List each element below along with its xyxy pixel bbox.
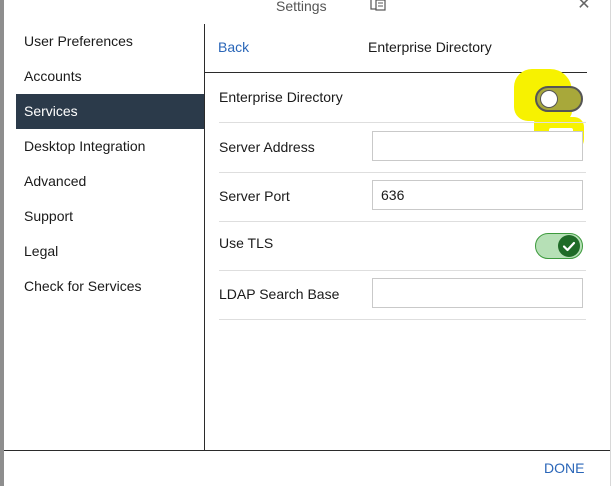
settings-window: Settings ✕ User Preferences Accounts Ser…: [0, 0, 611, 486]
ldap-search-base-input[interactable]: [372, 278, 583, 308]
panel-title: Enterprise Directory: [368, 39, 492, 55]
close-icon: ✕: [577, 0, 591, 13]
sidebar-item-label: Legal: [24, 243, 59, 259]
use-tls-toggle[interactable]: [535, 233, 583, 259]
panel-header: Back Enterprise Directory: [205, 24, 587, 72]
settings-book-icon: [370, 0, 386, 11]
close-button[interactable]: ✕: [574, 0, 594, 14]
row-use-tls: Use TLS: [219, 221, 586, 271]
footer-divider: [4, 450, 610, 451]
sidebar-item-label: Advanced: [24, 173, 87, 189]
checkmark-icon: [562, 241, 576, 252]
done-button[interactable]: DONE: [544, 460, 584, 476]
sidebar-item-user-preferences[interactable]: User Preferences: [16, 24, 204, 59]
enterprise-directory-toggle[interactable]: [535, 86, 583, 112]
sidebar-item-check-for-services[interactable]: Check for Services: [16, 269, 204, 304]
ldap-search-base-label: LDAP Search Base: [219, 286, 340, 302]
server-port-input[interactable]: [372, 180, 583, 210]
server-address-input[interactable]: [372, 131, 583, 161]
sidebar-item-legal[interactable]: Legal: [16, 234, 204, 269]
sidebar-item-label: User Preferences: [24, 33, 133, 49]
row-server-port: Server Port: [219, 172, 586, 222]
row-server-address: Server Address: [219, 123, 586, 173]
row-ldap-search-base: LDAP Search Base: [219, 270, 586, 320]
back-link[interactable]: Back: [218, 39, 249, 55]
sidebar-item-label: Desktop Integration: [24, 138, 146, 154]
sidebar-item-label: Services: [24, 103, 78, 119]
sidebar: User Preferences Accounts Services Deskt…: [4, 24, 204, 450]
use-tls-label: Use TLS: [219, 235, 274, 251]
toggle-knob: [558, 235, 580, 257]
window-title: Settings: [276, 0, 327, 14]
sidebar-item-label: Support: [24, 208, 74, 224]
toggle-knob: [540, 90, 558, 108]
title-bar: Settings ✕: [4, 0, 610, 16]
server-address-label: Server Address: [219, 139, 315, 155]
sidebar-item-label: Accounts: [24, 68, 82, 84]
sidebar-item-accounts[interactable]: Accounts: [16, 59, 204, 94]
server-port-label: Server Port: [219, 188, 290, 204]
sidebar-item-services[interactable]: Services: [16, 94, 204, 129]
sidebar-item-label: Check for Services: [24, 278, 142, 294]
sidebar-item-support[interactable]: Support: [16, 199, 204, 234]
sidebar-item-advanced[interactable]: Advanced: [16, 164, 204, 199]
enterprise-directory-label: Enterprise Directory: [219, 89, 343, 105]
row-enterprise-directory: Enterprise Directory: [219, 73, 586, 123]
sidebar-divider: [204, 24, 205, 450]
sidebar-item-desktop-integration[interactable]: Desktop Integration: [16, 129, 204, 164]
